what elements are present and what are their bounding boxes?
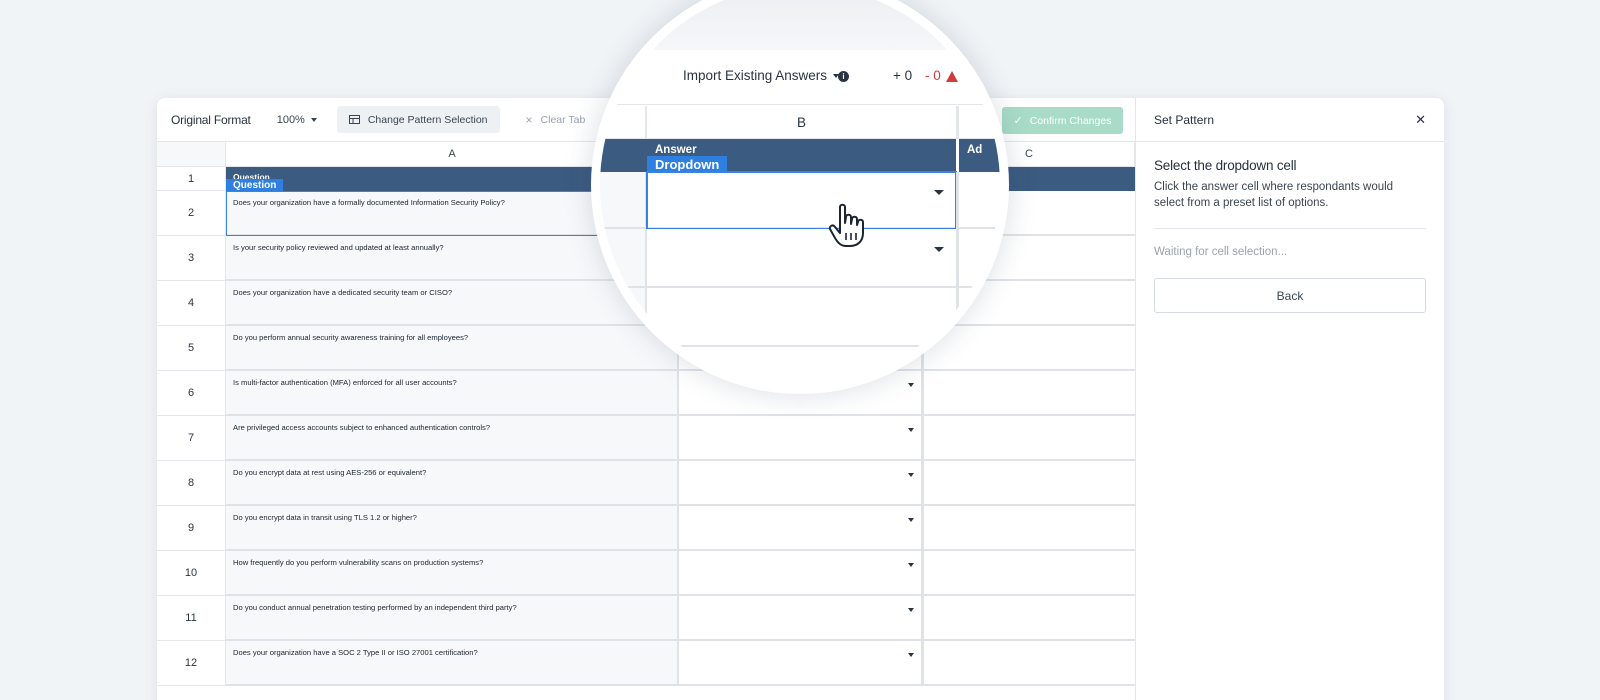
change-pattern-label: Change Pattern Selection xyxy=(367,113,488,126)
check-icon: ✓ xyxy=(1013,115,1023,127)
set-pattern-panel: Set Pattern ✕ Select the dropdown cell C… xyxy=(1135,98,1444,700)
comment-cell[interactable] xyxy=(924,596,1135,641)
lens-cell-a3[interactable] xyxy=(600,229,647,288)
close-icon: × xyxy=(525,112,533,127)
answer-cell[interactable] xyxy=(679,461,924,506)
comment-cell[interactable] xyxy=(924,461,1135,506)
question-cell[interactable]: Do you encrypt data at rest using AES-25… xyxy=(226,461,679,506)
change-pattern-button[interactable]: Change Pattern Selection xyxy=(336,106,500,133)
magnifier-lens: o Import Existing Answers i + 0 - 0 B An… xyxy=(600,0,1000,385)
lens-cell-a4[interactable] xyxy=(600,288,647,347)
row-header[interactable]: 2 xyxy=(157,191,226,236)
row-header[interactable]: 1 xyxy=(157,167,226,191)
dropdown-caret-icon[interactable] xyxy=(908,608,914,612)
step-title: Select the dropdown cell xyxy=(1154,158,1297,173)
zoom-value: 100% xyxy=(276,113,305,126)
dropdown-caret-icon[interactable] xyxy=(908,428,914,432)
answer-cell[interactable] xyxy=(679,596,924,641)
row-header[interactable]: 4 xyxy=(157,281,226,326)
panel-body: Select the dropdown cell Click the answe… xyxy=(1136,142,1444,313)
row-header[interactable]: 10 xyxy=(157,551,226,596)
dropdown-caret-icon xyxy=(934,247,944,252)
dropdown-caret-icon[interactable] xyxy=(908,473,914,477)
question-cell[interactable]: How frequently do you perform vulnerabil… xyxy=(226,551,679,596)
table-icon xyxy=(348,115,360,124)
removed-count: - 0 xyxy=(925,68,941,83)
step-description: Click the answer cell where respondants … xyxy=(1154,179,1426,229)
answer-cell[interactable] xyxy=(679,551,924,596)
lens-toolbar-fragment: o xyxy=(622,68,630,83)
back-button[interactable]: Back xyxy=(1154,278,1426,313)
lens-cell-b2-selected[interactable] xyxy=(646,171,957,230)
row-header[interactable]: 8 xyxy=(157,461,226,506)
answer-cell[interactable] xyxy=(679,506,924,551)
row-header[interactable]: 3 xyxy=(157,236,226,281)
comment-cell[interactable] xyxy=(924,416,1135,461)
row-header[interactable]: 12 xyxy=(157,641,226,686)
lens-colhead-c xyxy=(956,106,1000,139)
waiting-status: Waiting for cell selection... xyxy=(1154,246,1288,258)
question-cell[interactable]: Do you encrypt data in transit using TLS… xyxy=(226,506,679,551)
comment-cell[interactable] xyxy=(924,641,1135,686)
lens-cell-c4[interactable] xyxy=(956,288,1000,347)
answer-cell[interactable] xyxy=(679,641,924,686)
question-cell[interactable]: Are privileged access accounts subject t… xyxy=(226,416,679,461)
clear-tab-button[interactable]: × Clear Tab xyxy=(514,106,598,133)
format-title: Original Format xyxy=(171,112,251,127)
added-count: + 0 xyxy=(893,68,913,83)
dropdown-tag: Dropdown xyxy=(647,156,728,172)
lens-cell-b3[interactable] xyxy=(647,229,956,288)
lens-colhead-a xyxy=(600,106,647,139)
confirm-label: Confirm Changes xyxy=(1029,114,1112,127)
row-header[interactable]: 5 xyxy=(157,326,226,371)
zoom-select[interactable]: 100% xyxy=(277,114,317,126)
close-icon[interactable]: ✕ xyxy=(1415,112,1426,128)
lens-cell-a2[interactable] xyxy=(600,172,647,229)
confirm-changes-button[interactable]: ✓ Confirm Changes xyxy=(1002,107,1123,134)
question-cell[interactable]: Do you conduct annual penetration testin… xyxy=(226,596,679,641)
warning-icon xyxy=(946,71,958,82)
panel-title: Set Pattern xyxy=(1154,112,1215,127)
row-header[interactable]: 6 xyxy=(157,371,226,416)
comment-cell[interactable] xyxy=(924,551,1135,596)
panel-header: Set Pattern ✕ xyxy=(1136,98,1444,142)
info-icon[interactable]: i xyxy=(838,71,849,82)
lens-header-additional[interactable]: Ad xyxy=(956,139,1000,172)
question-cell[interactable]: Does your organization have a SOC 2 Type… xyxy=(226,641,679,686)
dropdown-caret-icon[interactable] xyxy=(908,518,914,522)
row-header[interactable]: 7 xyxy=(157,416,226,461)
lens-cell-c2[interactable] xyxy=(956,172,1000,229)
clear-tab-label: Clear Tab xyxy=(540,113,586,126)
comment-cell[interactable] xyxy=(924,506,1135,551)
lens-cell-b4[interactable] xyxy=(647,288,956,347)
dropdown-caret-icon[interactable] xyxy=(908,653,914,657)
lens-header-a xyxy=(600,139,647,172)
row-header[interactable]: 11 xyxy=(157,596,226,641)
lens-cell-c3[interactable] xyxy=(956,229,1000,288)
row-header[interactable]: 9 xyxy=(157,506,226,551)
grid-corner xyxy=(157,142,226,167)
answer-cell[interactable] xyxy=(679,416,924,461)
lens-backdrop xyxy=(600,0,1000,50)
lens-toolbar: o Import Existing Answers i + 0 - 0 xyxy=(600,50,1000,105)
import-label: Import Existing Answers xyxy=(683,68,828,83)
lens-column-header-b[interactable]: B xyxy=(647,106,956,139)
dropdown-caret-icon xyxy=(934,190,944,195)
dropdown-caret-icon[interactable] xyxy=(908,563,914,567)
chevron-down-icon xyxy=(310,117,317,122)
import-existing-answers-button[interactable]: Import Existing Answers xyxy=(683,68,840,83)
pointer-hand-icon xyxy=(828,203,864,247)
